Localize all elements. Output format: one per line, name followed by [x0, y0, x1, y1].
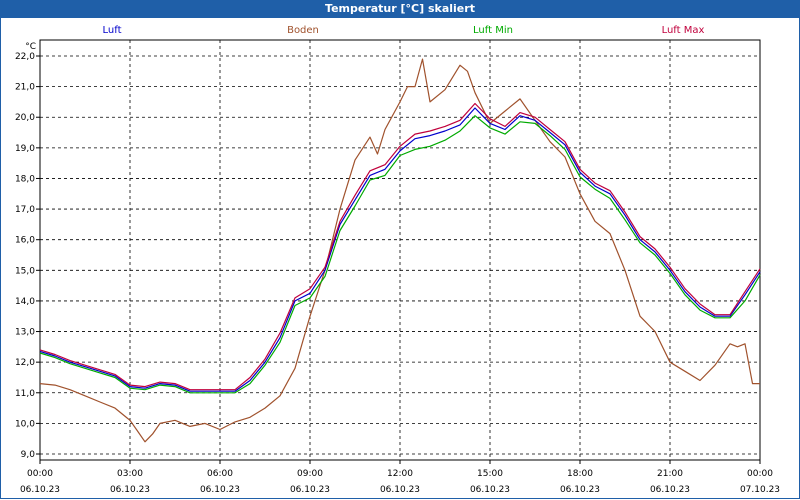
y-tick-label: 10,0	[15, 419, 35, 429]
legend-item-luft: Luft	[103, 25, 122, 36]
x-tick-time: 21:00	[657, 469, 683, 479]
x-tick-date: 06.10.23	[560, 485, 600, 495]
y-tick-label: 9,0	[21, 450, 36, 460]
x-tick-time: 18:00	[567, 469, 593, 479]
y-tick-label: 13,0	[15, 328, 35, 338]
x-tick-date: 06.10.23	[380, 485, 420, 495]
y-tick-label: 15,0	[15, 266, 35, 276]
y-tick-label: 14,0	[15, 297, 35, 307]
y-tick-label: 19,0	[15, 144, 35, 154]
x-tick-date: 06.10.23	[290, 485, 330, 495]
x-tick-date: 06.10.23	[470, 485, 510, 495]
y-tick-label: 21,0	[15, 83, 35, 93]
y-axis-label: °C	[25, 42, 36, 52]
legend-item-boden: Boden	[287, 25, 319, 36]
x-tick-date: 06.10.23	[20, 485, 60, 495]
x-tick-time: 06:00	[207, 469, 233, 479]
legend-item-luft-min: Luft Min	[473, 25, 513, 36]
y-tick-label: 16,0	[15, 236, 35, 246]
x-tick-time: 00:00	[27, 469, 53, 479]
y-tick-label: 11,0	[15, 389, 35, 399]
x-tick-time: 03:00	[117, 469, 143, 479]
x-tick-time: 09:00	[297, 469, 323, 479]
y-tick-label: 20,0	[15, 113, 35, 123]
x-tick-time: 00:00	[747, 469, 773, 479]
x-tick-date: 06.10.23	[200, 485, 240, 495]
y-tick-label: 12,0	[15, 358, 35, 368]
x-tick-date: 06.10.23	[650, 485, 690, 495]
x-tick-date: 06.10.23	[110, 485, 150, 495]
legend: Luft Boden Luft Min Luft Max	[103, 25, 705, 36]
x-tick-date: 07.10.23	[740, 485, 780, 495]
x-tick-time: 15:00	[477, 469, 503, 479]
y-tick-label: 17,0	[15, 205, 35, 215]
y-tick-label: 18,0	[15, 174, 35, 184]
y-tick-label: 22,0	[15, 52, 35, 62]
legend-item-luft-max: Luft Max	[662, 25, 705, 36]
chart: 9,0 10,0 11,0 12,0 13,0 14,0 15,0 16,0 17,0 18,0 1…	[15, 25, 780, 495]
x-tick-time: 12:00	[387, 469, 413, 479]
